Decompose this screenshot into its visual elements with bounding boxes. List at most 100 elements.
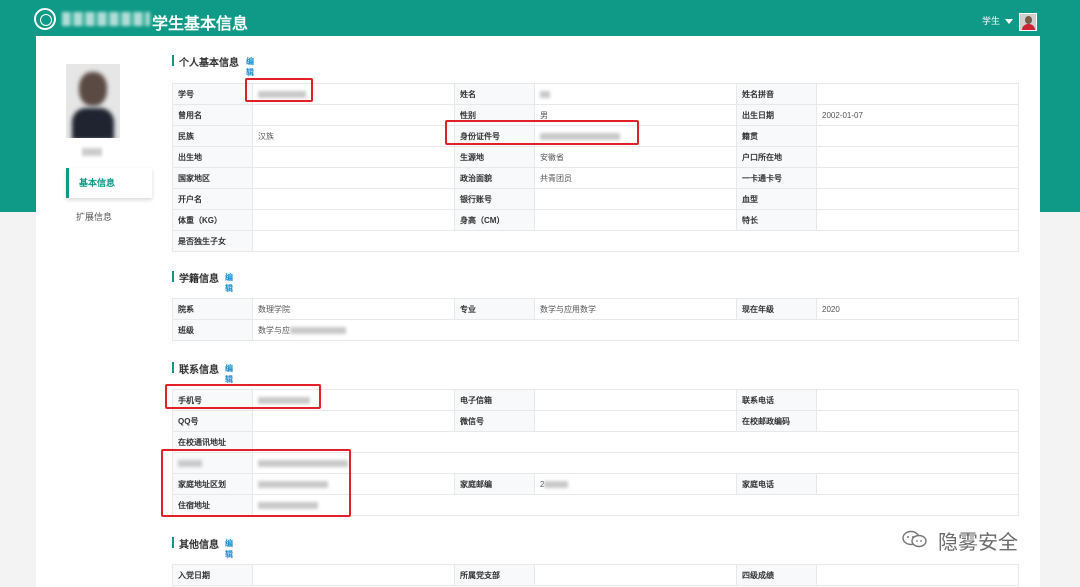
redacted-value	[544, 480, 569, 488]
redacted-value	[258, 396, 310, 404]
field-value: 安徽省	[534, 146, 737, 168]
table-row: 是否独生子女	[172, 230, 1019, 252]
table-row: 开户名 银行账号 血型	[172, 188, 1019, 210]
field-value	[816, 125, 1019, 147]
field-label: 院系	[172, 298, 253, 320]
personal-info-table: 学号 姓名 姓名拼音 曾用名 性别男出生日期 2002-01-07 民族 汉族 身份证件号 籍贯出…	[172, 83, 1019, 252]
field-label: 联系电话	[736, 389, 817, 411]
school-logo-icon	[34, 8, 56, 30]
field-label: 出生地	[172, 146, 253, 168]
field-value	[252, 146, 455, 168]
field-label: 籍贯	[736, 125, 817, 147]
field-value	[534, 125, 737, 147]
table-row: QQ号 微信号 在校邮政编码	[172, 410, 1019, 432]
section-title: 学籍信息	[179, 274, 219, 285]
sidebar-item-extended-info[interactable]: 扩展信息	[66, 202, 152, 232]
field-value	[816, 83, 1019, 105]
field-label: 曾用名	[172, 104, 253, 126]
field-value	[534, 188, 737, 210]
edit-contact-button[interactable]: 编辑	[225, 363, 233, 385]
section-title: 个人基本信息	[179, 58, 239, 69]
field-value	[534, 209, 737, 231]
table-row	[172, 452, 1019, 474]
field-label: 在校邮政编码	[736, 410, 817, 432]
field-value	[252, 564, 455, 586]
student-photo	[66, 64, 120, 138]
field-value	[252, 452, 1019, 474]
field-label: 户口所在地	[736, 146, 817, 168]
school-name-redacted	[62, 12, 150, 26]
field-value: 数理学院	[252, 298, 455, 320]
field-label: 现在年级	[736, 298, 817, 320]
field-value: 2	[534, 473, 737, 495]
redacted-value	[258, 480, 328, 488]
field-value	[534, 410, 737, 432]
academic-info-table: 院系 数理学院 专业 数学与应用数学 现在年级 2020 班级 数学与应	[172, 298, 1019, 341]
page-title: 学生基本信息	[152, 16, 249, 33]
table-row: 民族 汉族 身份证件号 籍贯	[172, 125, 1019, 147]
table-row: 学号 姓名 姓名拼音	[172, 83, 1019, 105]
field-value	[252, 389, 455, 411]
field-label: 手机号	[172, 389, 253, 411]
other-info-table: 入党日期 所属党支部 四级成绩	[172, 564, 1019, 586]
field-label: 国家地区	[172, 167, 253, 189]
field-label: 家庭地址区划	[172, 473, 253, 495]
field-value	[252, 494, 1019, 516]
field-value: 2020	[816, 298, 1019, 320]
field-label: 专业	[454, 298, 535, 320]
field-value	[816, 146, 1019, 168]
role-dropdown[interactable]: 学生	[982, 14, 1014, 27]
field-label: 姓名拼音	[736, 83, 817, 105]
field-value	[252, 188, 455, 210]
field-label: 出生日期	[736, 104, 817, 126]
field-label: 特长	[736, 209, 817, 231]
field-value	[816, 389, 1019, 411]
field-label: 姓名	[454, 83, 535, 105]
field-value	[252, 167, 455, 189]
redacted-value	[540, 132, 620, 140]
field-value: 2002-01-07	[816, 104, 1019, 126]
user-avatar[interactable]	[1019, 13, 1037, 31]
field-value	[534, 564, 737, 586]
field-label: 民族	[172, 125, 253, 147]
field-value	[816, 564, 1019, 586]
watermark-text: 隐雾安全	[938, 532, 1018, 554]
field-value: 汉族	[252, 125, 455, 147]
table-row: 手机号 电子信箱 联系电话	[172, 389, 1019, 411]
redacted-value	[258, 90, 306, 98]
field-value	[252, 410, 455, 432]
field-label: 开户名	[172, 188, 253, 210]
field-value	[534, 83, 737, 105]
edit-academic-button[interactable]: 编辑	[225, 272, 233, 294]
field-value	[816, 209, 1019, 231]
field-label: 家庭邮编	[454, 473, 535, 495]
field-value	[816, 167, 1019, 189]
field-value	[252, 104, 455, 126]
section-title: 联系信息	[179, 365, 219, 376]
field-value	[816, 410, 1019, 432]
field-value	[252, 230, 1019, 252]
field-value: 共青团员	[534, 167, 737, 189]
field-label: 住宿地址	[172, 494, 253, 516]
field-label: 四级成绩	[736, 564, 817, 586]
edit-other-button[interactable]: 编辑	[225, 538, 233, 560]
table-row: 班级 数学与应	[172, 319, 1019, 341]
section-title: 其他信息	[179, 540, 219, 551]
main-card: 基本信息 扩展信息 个人基本信息 编辑 学号 姓名 姓名拼音 曾用名 性别男出生日期 20…	[36, 36, 1040, 587]
field-label: 学号	[172, 83, 253, 105]
field-value	[534, 389, 737, 411]
redacted-value	[540, 90, 550, 98]
field-label: 性别	[454, 104, 535, 126]
table-row: 家庭地址区划 家庭邮编 2 家庭电话	[172, 473, 1019, 495]
field-label: 所属党支部	[454, 564, 535, 586]
sidebar-item-basic-info[interactable]: 基本信息	[66, 168, 152, 198]
field-value	[252, 473, 455, 495]
field-label: 体重（KG）	[172, 209, 253, 231]
edit-personal-button[interactable]: 编辑	[246, 56, 254, 78]
field-label: 电子信箱	[454, 389, 535, 411]
sidebar: 基本信息 扩展信息	[36, 36, 152, 587]
redacted-value	[178, 459, 202, 467]
field-label: 微信号	[454, 410, 535, 432]
student-name-redacted	[82, 148, 102, 156]
table-row: 出生地 生源地 安徽省 户口所在地	[172, 146, 1019, 168]
